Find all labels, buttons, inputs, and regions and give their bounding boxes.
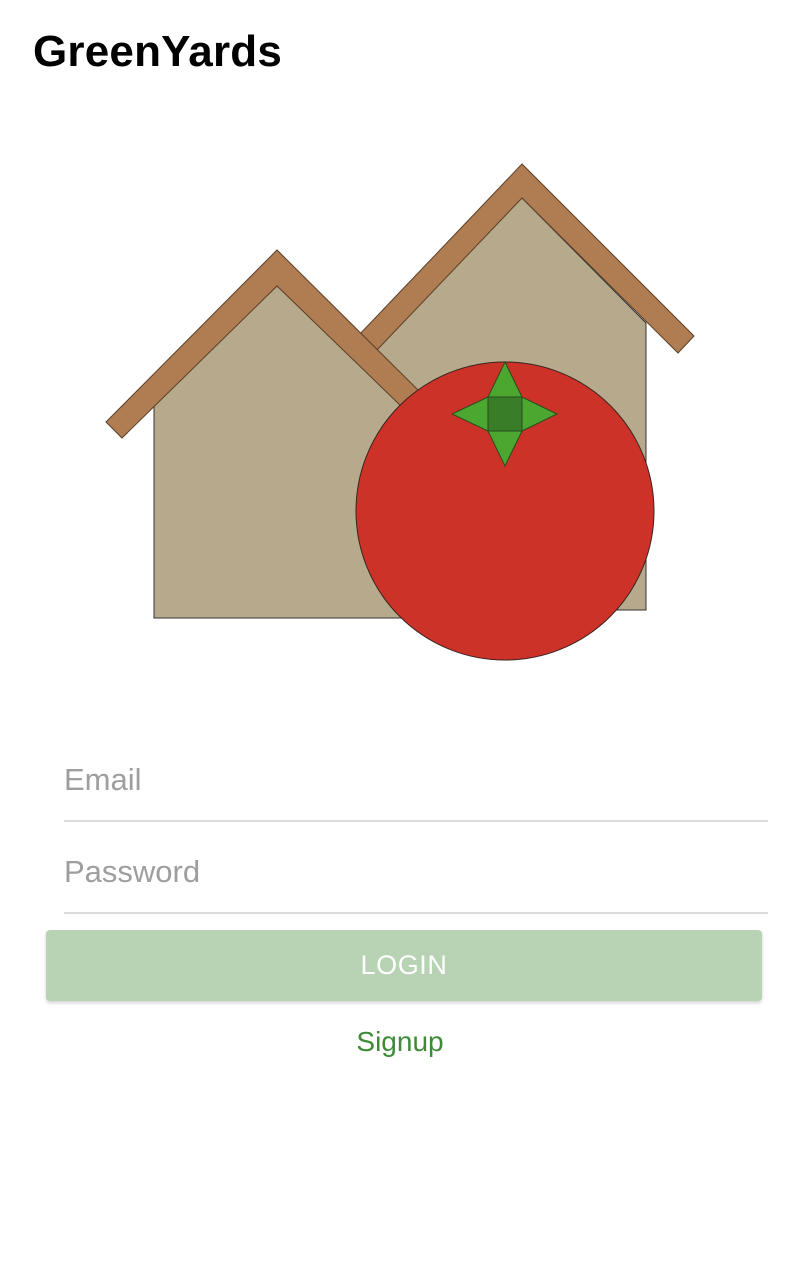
app-bar: GreenYards — [33, 22, 282, 82]
email-field[interactable] — [64, 730, 768, 822]
password-field[interactable] — [64, 822, 768, 914]
houses-with-tomato-logo — [105, 163, 695, 661]
email-input[interactable] — [64, 762, 768, 798]
tomato-icon — [355, 360, 655, 661]
login-button[interactable]: LOGIN — [46, 930, 762, 1001]
password-input[interactable] — [64, 854, 768, 890]
login-button-label: LOGIN — [360, 950, 448, 980]
app-title: GreenYards — [33, 27, 283, 76]
signup-link[interactable]: Signup — [0, 1026, 800, 1058]
